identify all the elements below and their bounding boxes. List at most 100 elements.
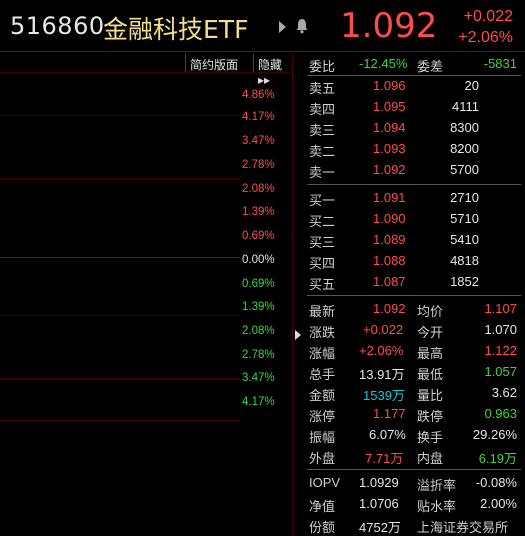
bid-row[interactable]: 买一 1.091 2710 [303, 187, 525, 208]
bid-price: 1.091 [373, 190, 406, 205]
change-label: 涨跌 [309, 325, 336, 340]
current-price: 1.092 [340, 6, 438, 46]
grid-line [0, 115, 240, 116]
ask-row[interactable]: 卖三 1.094 8300 [303, 117, 525, 138]
grid-line [0, 378, 240, 379]
ask-price: 1.092 [373, 162, 406, 177]
iopv-label: IOPV [309, 475, 341, 490]
bid-price: 1.089 [373, 232, 406, 247]
shares-label: 份额 [309, 520, 336, 535]
discount-rate-value: 2.00% [480, 496, 517, 511]
amplitude-value: 6.07% [369, 427, 406, 442]
outer-volume-label: 外盘 [309, 451, 336, 466]
divider [307, 469, 521, 470]
intraday-chart[interactable]: 简约版面 隐藏 ▸▸ 4.86% 4.17% 3.47% 2.78% 2.08%… [0, 53, 293, 536]
grid-line [0, 420, 240, 421]
bid-volume: 5410 [450, 232, 479, 247]
bid-price: 1.087 [373, 274, 406, 289]
ask-volume: 8200 [450, 141, 479, 156]
limit-up-value: 1.177 [373, 406, 406, 421]
pct-label: 3.47% [242, 372, 275, 384]
commission-row: 委比 -12.45% 委差 -5831 [303, 53, 525, 74]
latest-value: 1.092 [373, 301, 406, 316]
bell-icon[interactable] [295, 18, 309, 34]
hide-button[interactable]: 隐藏 ▸▸ [253, 54, 293, 87]
stats-row: 涨跌 +0.022 今开 1.070 [303, 319, 525, 340]
nav-value: 1.0706 [359, 496, 399, 511]
grid-line [0, 257, 240, 258]
open-value: 1.070 [484, 322, 517, 337]
pct-label: 0.69% [242, 230, 275, 242]
stats-row: 涨幅 +2.06% 最高 1.122 [303, 340, 525, 361]
ask-level-label: 卖五 [309, 81, 336, 96]
divider [307, 295, 521, 296]
latest-label: 最新 [309, 304, 336, 319]
bid-volume: 4818 [450, 253, 479, 268]
bid-volume: 1852 [450, 274, 479, 289]
fund-row: IOPV 1.0929 溢折率 -0.08% [303, 472, 525, 493]
pct-label: 2.78% [242, 349, 275, 361]
ask-price: 1.095 [373, 99, 406, 114]
stats-row: 振幅 6.07% 换手 29.26% [303, 424, 525, 445]
ask-volume: 4111 [452, 99, 479, 114]
ask-level-label: 卖四 [309, 102, 336, 117]
pct-label: 1.39% [242, 206, 275, 218]
amount-value: 1539万 [363, 388, 405, 403]
volume-ratio-value: 3.62 [491, 385, 517, 400]
volume-ratio-label: 量比 [417, 388, 444, 403]
stock-code: 516860 [10, 12, 105, 40]
bid-row[interactable]: 买三 1.089 5410 [303, 229, 525, 250]
stats-row: 金额 1539万 量比 3.62 [303, 382, 525, 403]
grid-line [0, 178, 240, 179]
stock-name[interactable]: 金融科技ETF [103, 10, 248, 46]
limit-down-value: 0.963 [484, 406, 517, 421]
limit-up-label: 涨停 [309, 409, 336, 424]
open-label: 今开 [417, 325, 444, 340]
iopv-value: 1.0929 [359, 475, 399, 490]
bid-volume: 5710 [450, 211, 479, 226]
ask-price: 1.094 [373, 120, 406, 135]
stats-row: 总手 13.91万 最低 1.057 [303, 361, 525, 382]
pct-label: 1.39% [242, 301, 275, 313]
simple-layout-button[interactable]: 简约版面 [185, 54, 242, 72]
ask-volume: 20 [464, 78, 479, 93]
bid-row[interactable]: 买四 1.088 4818 [303, 250, 525, 271]
discount-rate-label: 贴水率 [417, 499, 457, 514]
bid-row[interactable]: 买五 1.087 1852 [303, 271, 525, 292]
nav-label: 净值 [309, 499, 336, 514]
pct-label: 4.17% [242, 396, 275, 408]
bid-row[interactable]: 买二 1.090 5710 [303, 208, 525, 229]
commission-diff-label: 委差 [417, 59, 444, 74]
fund-row: 净值 1.0706 贴水率 2.00% [303, 493, 525, 514]
turnover-label: 换手 [417, 430, 444, 445]
ask-row[interactable]: 卖五 1.096 20 [303, 75, 525, 96]
high-label: 最高 [417, 346, 444, 361]
amount-label: 金额 [309, 388, 336, 403]
bid-level-label: 买二 [309, 214, 336, 229]
expand-arrow-icon[interactable] [279, 21, 286, 33]
low-label: 最低 [417, 367, 444, 382]
ask-volume: 8300 [450, 120, 479, 135]
exchange-name: 上海证券交易所 [417, 520, 509, 535]
bid-level-label: 买四 [309, 256, 336, 271]
stats-row: 外盘 7.71万 内盘 6.19万 [303, 445, 525, 466]
avg-price-label: 均价 [417, 304, 444, 319]
inner-volume-value: 6.19万 [478, 451, 517, 466]
change-percent: +2.06% [458, 29, 513, 46]
grid-line [0, 315, 240, 316]
commission-diff-value: -5831 [483, 56, 517, 71]
divider [307, 184, 521, 185]
collapse-panel-arrow-icon[interactable] [295, 330, 301, 340]
pct-label: 0.00% [242, 254, 275, 266]
change-value: +0.022 [363, 322, 404, 337]
ask-price: 1.096 [373, 78, 406, 93]
total-hands-label: 总手 [309, 367, 336, 382]
pct-label: 2.08% [242, 325, 275, 337]
ask-row[interactable]: 卖二 1.093 8200 [303, 138, 525, 159]
pct-label: 4.17% [242, 111, 275, 123]
pct-label: 0.69% [242, 278, 275, 290]
ask-price: 1.093 [373, 141, 406, 156]
ask-row[interactable]: 卖四 1.095 4111 [303, 96, 525, 117]
low-value: 1.057 [484, 364, 517, 379]
ask-row[interactable]: 卖一 1.092 5700 [303, 159, 525, 180]
